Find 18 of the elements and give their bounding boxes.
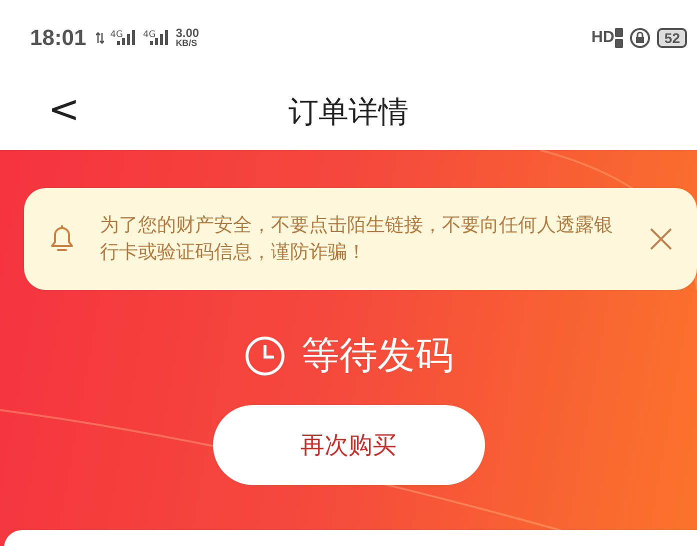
close-button[interactable]	[649, 227, 673, 251]
back-button[interactable]: <	[44, 87, 84, 131]
order-status: 等待发码	[302, 332, 454, 379]
network-type-label: 4G	[110, 30, 123, 40]
notice-text: 为了您的财产安全，不要点击陌生链接，不要向任何人透露银行卡或验证码信息，谨防诈骗！	[100, 213, 614, 265]
data-arrows-icon	[96, 32, 104, 44]
network-speed: 3.00	[176, 27, 200, 39]
bell-icon	[48, 224, 76, 254]
page-title: 订单详情	[288, 94, 408, 132]
buy-again-button[interactable]: 再次购买	[212, 405, 484, 485]
clock-icon	[244, 334, 286, 376]
rotation-lock-icon	[629, 26, 652, 48]
battery-indicator: 52	[657, 28, 687, 48]
speed-unit: KB/S	[176, 39, 198, 48]
clock-time: 18:01	[30, 24, 86, 50]
sim-slot-icon	[615, 28, 624, 48]
hd-voice-label: HD	[591, 28, 614, 46]
network-type-label: 4G	[142, 30, 156, 40]
